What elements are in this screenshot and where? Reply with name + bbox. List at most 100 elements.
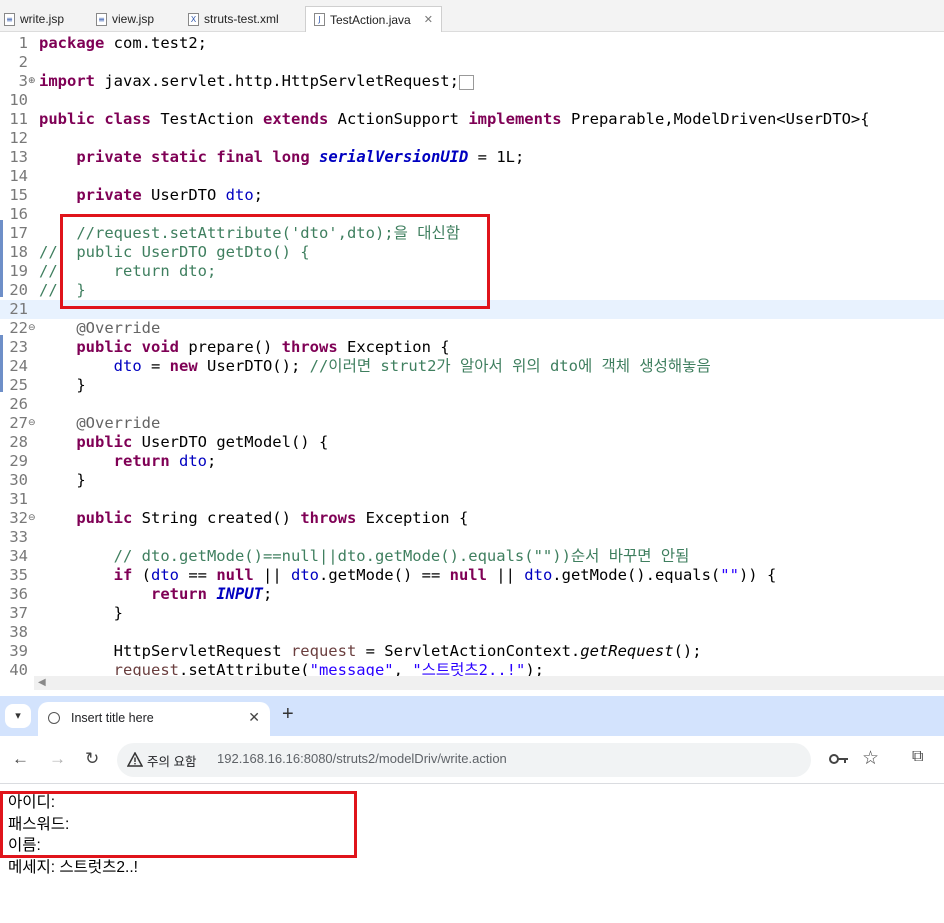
code-line[interactable]: 1 package com.test2;	[0, 34, 944, 53]
code-editor[interactable]: 1 package com.test2; 2 3 ⊕ import javax.servl…	[0, 32, 944, 676]
globe-icon	[48, 712, 60, 724]
security-label[interactable]: 주의 요함	[147, 751, 196, 770]
line-number: 34	[9, 547, 28, 565]
code-text: request.setAttribute("message", "스트럿츠2..…	[113, 661, 545, 676]
editor-tab-testaction-java[interactable]: J TestAction.java ✕	[305, 6, 442, 32]
forward-arrow-icon[interactable]: →	[49, 748, 66, 770]
code-line[interactable]: 37 }	[0, 604, 944, 623]
editor-tab-view-jsp[interactable]: ≡ view.jsp	[96, 6, 154, 32]
code-text: public UserDTO getModel() {	[76, 433, 329, 451]
fold-toggle-icon[interactable]: ⊖	[28, 414, 38, 433]
code-text: @Override	[76, 319, 161, 337]
code-line[interactable]: 12	[0, 129, 944, 148]
editor-tab-bar: ≡ write.jsp ≡ view.jsp X struts-test.xml…	[0, 0, 944, 32]
line-number: 32	[9, 509, 28, 527]
back-arrow-icon[interactable]: ←	[12, 748, 29, 770]
code-line[interactable]: 39 HttpServletRequest request = ServletA…	[0, 642, 944, 661]
line-number: 18	[9, 243, 28, 261]
code-line[interactable]: 22 ⊖ @Override	[0, 319, 944, 338]
url-text[interactable]: 192.168.16.16:8080/struts2/modelDriv/wri…	[217, 751, 507, 766]
line-number: 14	[9, 167, 28, 185]
browser-tab-title: Insert title here	[71, 711, 154, 725]
line-number: 26	[9, 395, 28, 413]
tab-search-button[interactable]: ▾	[5, 704, 31, 728]
code-line[interactable]: 30 }	[0, 471, 944, 490]
editor-tab-write-jsp[interactable]: ≡ write.jsp	[4, 6, 64, 32]
line-number: 29	[9, 452, 28, 470]
line-number: 3	[18, 72, 28, 90]
xml-file-icon: X	[188, 12, 199, 26]
scroll-left-icon[interactable]: ◀	[38, 676, 46, 690]
code-text: private UserDTO dto;	[76, 186, 263, 204]
code-line[interactable]: 32 ⊖ public String created() throws Excep…	[0, 509, 944, 528]
line-number: 2	[18, 53, 28, 71]
browser-toolbar: ← → ↻ 주의 요함 192.168.16.16:8080/struts2/m…	[0, 736, 944, 784]
code-text: @Override	[76, 414, 161, 432]
code-line[interactable]: 26	[0, 395, 944, 414]
close-tab-icon[interactable]: ✕	[424, 13, 433, 26]
fold-toggle-icon[interactable]: ⊕	[28, 72, 38, 91]
browser-tab-strip: ▾ Insert title here ✕ +	[0, 696, 944, 736]
fold-toggle-icon[interactable]: ⊖	[28, 319, 38, 338]
code-line[interactable]: 38	[0, 623, 944, 642]
browser-tab[interactable]: Insert title here ✕	[38, 702, 270, 736]
code-line[interactable]: 25 }	[0, 376, 944, 395]
line-number: 33	[9, 528, 28, 546]
change-marker	[0, 220, 3, 297]
code-text: HttpServletRequest request = ServletActi…	[39, 642, 702, 660]
code-line[interactable]: 14	[0, 167, 944, 186]
new-tab-button[interactable]: +	[282, 704, 294, 724]
code-line[interactable]: 27 ⊖ @Override	[0, 414, 944, 433]
line-number: 37	[9, 604, 28, 622]
code-line[interactable]: 13 private static final long serialVersi…	[0, 148, 944, 167]
line-number: 21	[9, 300, 28, 318]
change-marker	[0, 335, 3, 392]
code-text: dto = new UserDTO(); //이러면 strut2가 알아서 위…	[113, 357, 711, 375]
close-icon[interactable]: ✕	[248, 709, 260, 726]
key-icon[interactable]	[829, 753, 849, 765]
line-number: 16	[9, 205, 28, 223]
reload-icon[interactable]: ↻	[85, 748, 99, 770]
line-number: 23	[9, 338, 28, 356]
line-number: 38	[9, 623, 28, 641]
code-text: public void prepare() throws Exception {	[76, 338, 450, 356]
line-number: 30	[9, 471, 28, 489]
line-number: 27	[9, 414, 28, 432]
code-line[interactable]: 24 dto = new UserDTO(); //이러면 strut2가 알아…	[0, 357, 944, 376]
java-file-icon: J	[314, 13, 325, 26]
line-number: 35	[9, 566, 28, 584]
code-line[interactable]: 11 public class TestAction extends Action…	[0, 110, 944, 129]
code-line[interactable]: 34 // dto.getMode()==null||dto.getMode()…	[0, 547, 944, 566]
code-line[interactable]: 10	[0, 91, 944, 110]
code-line[interactable]: 23 public void prepare() throws Exceptio…	[0, 338, 944, 357]
code-line[interactable]: 3 ⊕ import javax.servlet.http.HttpServletR…	[0, 72, 944, 91]
code-text: public class TestAction extends ActionSu…	[39, 110, 870, 128]
code-text: return INPUT;	[150, 585, 273, 603]
code-line[interactable]: 35 if (dto == null || dto.getMode() == n…	[0, 566, 944, 585]
code-line[interactable]: 15 private UserDTO dto;	[0, 186, 944, 205]
code-line[interactable]: 29 return dto;	[0, 452, 944, 471]
code-text: // dto.getMode()==null||dto.getMode().eq…	[39, 547, 690, 565]
line-number: 11	[9, 110, 28, 128]
code-text: package com.test2;	[39, 34, 207, 52]
code-text: if (dto == null || dto.getMode() == null…	[113, 566, 777, 584]
code-line[interactable]: 36 return INPUT;	[0, 585, 944, 604]
bookmark-star-icon[interactable]: ☆	[862, 747, 879, 770]
code-line[interactable]: 40 request.setAttribute("message", "스트럿츠…	[0, 661, 944, 676]
code-line[interactable]: 2	[0, 53, 944, 72]
fold-toggle-icon[interactable]: ⊖	[28, 509, 38, 528]
line-number: 15	[9, 186, 28, 204]
extensions-icon[interactable]: ⧉	[912, 748, 923, 766]
code-text: import javax.servlet.http.HttpServletReq…	[39, 72, 475, 92]
line-number: 20	[9, 281, 28, 299]
code-line[interactable]: 33	[0, 528, 944, 547]
line-number: 17	[9, 224, 28, 242]
address-bar[interactable]: 주의 요함 192.168.16.16:8080/struts2/modelDr…	[117, 743, 811, 777]
code-text: }	[39, 376, 86, 394]
editor-horizontal-scrollbar[interactable]: ◀	[34, 676, 944, 690]
editor-tab-struts-xml[interactable]: X struts-test.xml	[188, 6, 279, 32]
code-text: private static final long serialVersionU…	[76, 148, 525, 166]
line-number: 28	[9, 433, 28, 451]
code-line[interactable]: 28 public UserDTO getModel() {	[0, 433, 944, 452]
code-line[interactable]: 31	[0, 490, 944, 509]
